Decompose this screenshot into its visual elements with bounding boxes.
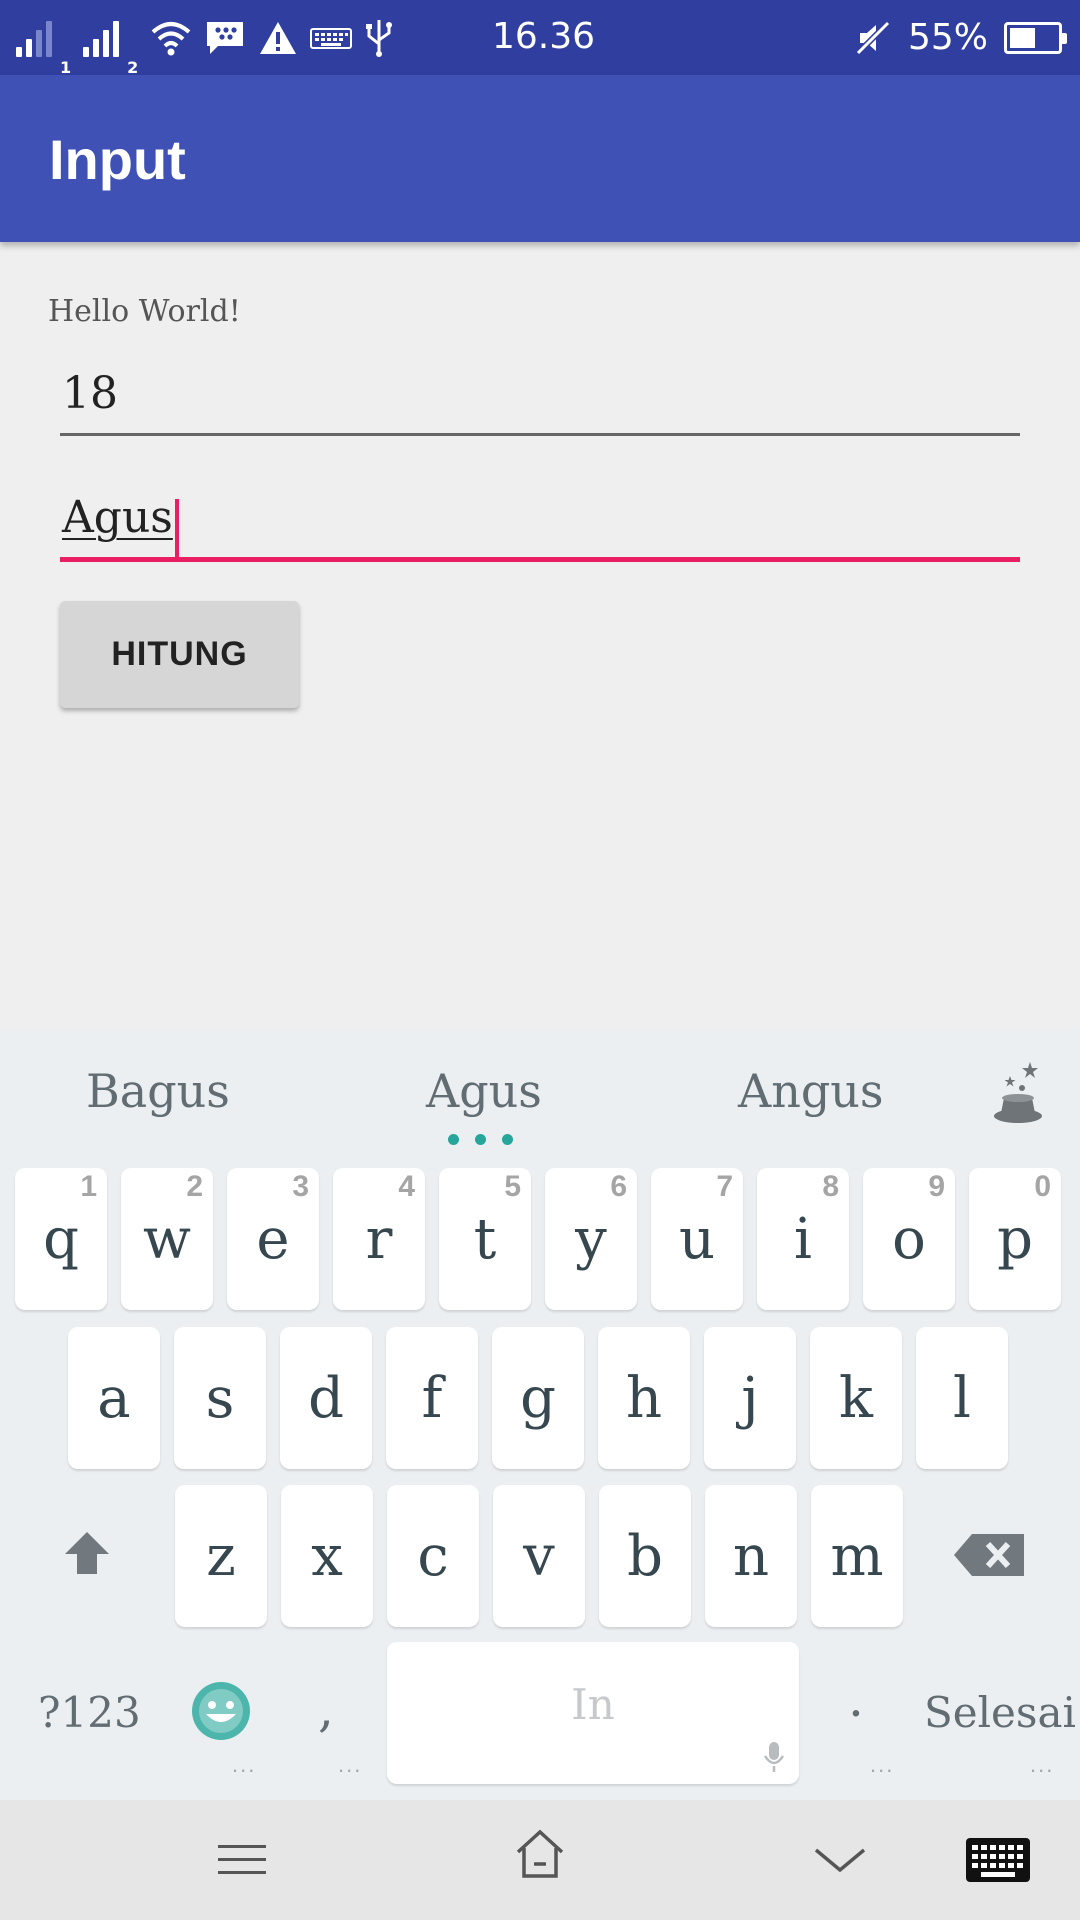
key-hint: 5 [504, 1170, 521, 1203]
key-z[interactable]: z [175, 1485, 267, 1627]
key-label: w [143, 1206, 191, 1272]
key-label: u [678, 1206, 716, 1272]
comma-more-dots: ... [338, 1752, 363, 1777]
keyboard-switch-icon[interactable] [966, 1838, 1030, 1882]
emoji-more-dots: ... [232, 1752, 257, 1777]
battery-icon [1004, 21, 1067, 54]
key-m[interactable]: m [811, 1485, 903, 1627]
name-input-value: Agus [62, 492, 173, 543]
key-u[interactable]: u7 [651, 1168, 743, 1310]
hitung-button[interactable]: HITUNG [60, 601, 299, 708]
chevron-down-icon[interactable] [812, 1844, 868, 1874]
key-hint: 4 [398, 1170, 415, 1203]
key-label: e [256, 1206, 290, 1272]
status-bar: 1 2 16.36 55% [0, 0, 1080, 77]
key-p[interactable]: p0 [969, 1168, 1061, 1310]
usb-icon [366, 19, 393, 57]
page-title: Input [49, 128, 186, 191]
key-w[interactable]: w2 [121, 1168, 213, 1310]
signal-sim2-icon [83, 19, 120, 57]
key-i[interactable]: i8 [757, 1168, 849, 1310]
period-more-dots: ... [870, 1752, 895, 1777]
key-label: q [43, 1206, 79, 1272]
number-input-value: 18 [62, 368, 118, 419]
home-icon[interactable] [514, 1828, 566, 1880]
key-b[interactable]: b [599, 1485, 691, 1627]
key-n[interactable]: n [705, 1485, 797, 1627]
bbm-icon [207, 21, 244, 54]
suggestion-item[interactable]: Angus [738, 1064, 884, 1118]
status-time: 16.36 [492, 16, 596, 57]
key-r[interactable]: r4 [333, 1168, 425, 1310]
key-y[interactable]: y6 [545, 1168, 637, 1310]
number-input[interactable]: 18 [60, 368, 1020, 436]
key-label: t [473, 1206, 497, 1272]
suggestion-strip: Bagus Agus Angus [0, 1030, 1080, 1160]
key-label: y [575, 1206, 607, 1272]
magic-hat-icon[interactable] [986, 1058, 1050, 1132]
name-input[interactable]: Agus [60, 492, 1020, 562]
key-label: p [997, 1206, 1033, 1272]
key-o[interactable]: o9 [863, 1168, 955, 1310]
battery-percent: 55% [907, 17, 988, 58]
signal-sim1-icon [16, 19, 52, 57]
key-h[interactable]: h [598, 1327, 690, 1469]
key-v[interactable]: v [493, 1485, 585, 1627]
done-key[interactable]: Selesai [924, 1688, 1076, 1737]
key-label: i [794, 1206, 812, 1272]
space-key-label: In [571, 1680, 615, 1729]
comma-key[interactable]: , [318, 1680, 334, 1738]
suggestion-item[interactable]: Agus [426, 1064, 542, 1118]
key-x[interactable]: x [281, 1485, 373, 1627]
suggestion-item[interactable]: Bagus [86, 1064, 230, 1118]
key-hint: 7 [716, 1170, 733, 1203]
period-key[interactable]: . [848, 1670, 864, 1728]
key-j[interactable]: j [704, 1327, 796, 1469]
key-hint: 0 [1034, 1170, 1051, 1203]
done-more-dots: ... [1030, 1752, 1055, 1777]
key-d[interactable]: d [280, 1327, 372, 1469]
keyboard-icon [310, 27, 353, 49]
symbols-key[interactable]: ?123 [38, 1688, 141, 1737]
key-hint: 6 [610, 1170, 627, 1203]
text-cursor [174, 498, 179, 557]
key-label: r [365, 1206, 393, 1272]
menu-icon[interactable] [216, 1842, 268, 1878]
key-hint: 9 [928, 1170, 945, 1203]
soft-keyboard: Bagus Agus Angus q1 w2 e3 r4 t5 y6 u7 i8… [0, 1030, 1080, 1800]
key-s[interactable]: s [174, 1327, 266, 1469]
key-f[interactable]: f [386, 1327, 478, 1469]
key-hint: 2 [186, 1170, 203, 1203]
key-hint: 1 [80, 1170, 97, 1203]
warning-icon [260, 21, 297, 54]
key-l[interactable]: l [916, 1327, 1008, 1469]
space-key[interactable]: In [387, 1642, 799, 1784]
key-e[interactable]: e3 [227, 1168, 319, 1310]
shift-icon[interactable] [62, 1528, 112, 1578]
backspace-icon[interactable] [952, 1532, 1028, 1578]
key-a[interactable]: a [68, 1327, 160, 1469]
mute-icon [855, 20, 891, 55]
app-bar: Input [0, 75, 1080, 242]
key-t[interactable]: t5 [439, 1168, 531, 1310]
navigation-bar [0, 1800, 1080, 1920]
hello-text: Hello World! [48, 294, 241, 329]
key-q[interactable]: q1 [15, 1168, 107, 1310]
key-hint: 8 [822, 1170, 839, 1203]
key-hint: 3 [292, 1170, 309, 1203]
microphone-icon [763, 1742, 785, 1772]
wifi-icon [151, 21, 191, 55]
key-k[interactable]: k [810, 1327, 902, 1469]
key-label: o [892, 1206, 926, 1272]
key-g[interactable]: g [492, 1327, 584, 1469]
emoji-icon[interactable] [190, 1680, 252, 1742]
suggestion-more-dots [448, 1134, 513, 1145]
key-c[interactable]: c [387, 1485, 479, 1627]
